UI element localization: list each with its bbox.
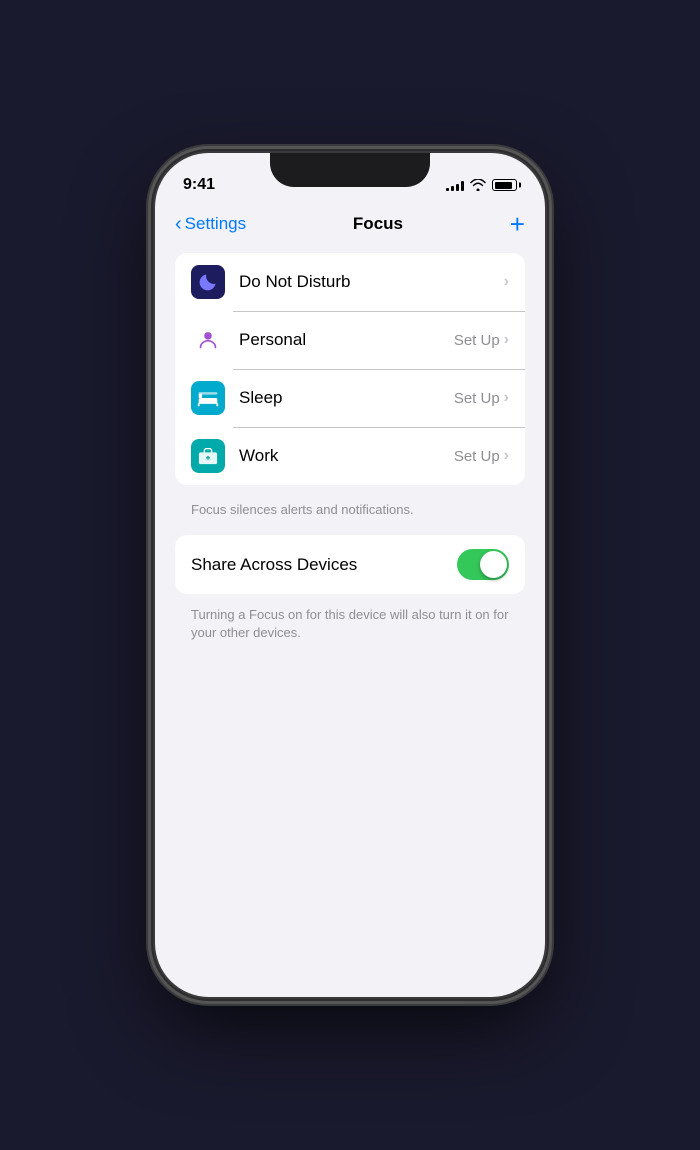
phone-frame: 9:41 [155,153,545,997]
briefcase-icon [198,446,218,466]
personal-icon [191,323,225,357]
sleep-label: Sleep [239,388,454,408]
signal-bar-1 [446,188,449,191]
dnd-icon [191,265,225,299]
work-right: Set Up › [454,447,509,465]
work-label: Work [239,446,454,466]
focus-item-sleep[interactable]: Sleep Set Up › [175,369,525,427]
signal-bars-icon [446,179,464,191]
personal-label: Personal [239,330,454,350]
back-label: Settings [185,214,246,234]
share-across-devices-label: Share Across Devices [191,555,357,575]
signal-bar-3 [456,184,459,191]
focus-item-personal[interactable]: Personal Set Up › [175,311,525,369]
sleep-icon [191,381,225,415]
nav-header: ‹ Settings Focus + [155,203,545,253]
focus-item-do-not-disturb[interactable]: Do Not Disturb › [175,253,525,311]
signal-bar-2 [451,186,454,191]
status-time: 9:41 [183,176,215,194]
focus-list-card: Do Not Disturb › Personal S [175,253,525,485]
toggle-knob [480,551,507,578]
status-icons [446,179,517,191]
personal-chevron-icon: › [504,331,509,349]
focus-item-work[interactable]: Work Set Up › [175,427,525,485]
battery-icon [492,179,517,191]
work-chevron-icon: › [504,447,509,465]
bed-icon [197,389,219,407]
sleep-chevron-icon: › [504,389,509,407]
moon-icon [198,272,218,292]
personal-setup: Set Up [454,332,500,349]
dnd-chevron-icon: › [504,273,509,291]
dnd-right: › [504,273,509,291]
work-icon [191,439,225,473]
personal-right: Set Up › [454,331,509,349]
wifi-icon [470,179,486,191]
person-icon [198,330,218,350]
share-across-devices-card: Share Across Devices [175,535,525,594]
add-button[interactable]: + [510,211,525,237]
signal-bar-4 [461,181,464,191]
content-area: Do Not Disturb › Personal S [155,253,545,659]
back-button[interactable]: ‹ Settings [175,214,246,234]
toggle-caption: Turning a Focus on for this device will … [175,602,525,658]
notch [270,153,430,187]
page-title: Focus [353,214,403,234]
work-setup: Set Up [454,448,500,465]
sleep-right: Set Up › [454,389,509,407]
phone-screen: 9:41 [155,153,545,997]
list-caption: Focus silences alerts and notifications. [175,493,525,535]
dnd-label: Do Not Disturb [239,272,504,292]
battery-fill [495,182,512,189]
sleep-setup: Set Up [454,390,500,407]
back-chevron-icon: ‹ [175,214,182,234]
share-across-devices-toggle[interactable] [457,549,509,580]
